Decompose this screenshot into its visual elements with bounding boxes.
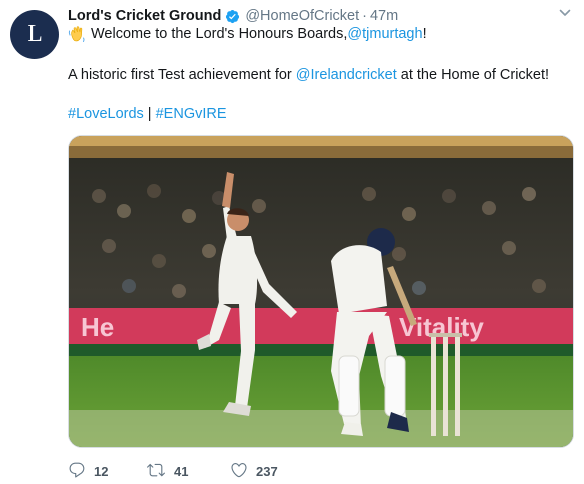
stumps [429, 333, 462, 436]
hashtag-line: #LoveLords | #ENGvIRE [68, 104, 227, 124]
reply-button[interactable]: 12 [68, 460, 108, 482]
line1-text: Welcome to the Lord's Honours Boards, [91, 26, 348, 42]
tweet-card[interactable]: IL Lord's Cricket Ground @HomeOfCricket … [0, 0, 584, 484]
user-handle[interactable]: @HomeOfCricket [245, 8, 359, 24]
tweet-text-line-2: A historic first Test achievement for @I… [68, 65, 549, 85]
reply-count: 12 [94, 463, 109, 479]
avatar[interactable]: IL [10, 10, 59, 59]
tweet-actions: 12 41 237 [68, 460, 368, 482]
heart-icon [230, 461, 248, 482]
mention-irelandcricket[interactable]: @Irelandcricket [296, 67, 397, 83]
line1-end: ! [422, 26, 427, 42]
header-separator: · [362, 8, 367, 24]
reply-icon [68, 461, 86, 482]
line2-text: A historic first Test achievement for [68, 67, 296, 83]
timestamp[interactable]: 47m [370, 8, 398, 24]
mention-tjmurtagh[interactable]: @tjmurtagh [347, 24, 422, 44]
avatar-logo: IL [27, 21, 42, 47]
cricket-photo-illustration: He Vitality [69, 136, 573, 447]
tweet-text-line-1: Welcome to the Lord's Honours Boards, @t… [68, 24, 427, 44]
waving-hand-emoji-icon [68, 25, 86, 43]
tweet-header: Lord's Cricket Ground @HomeOfCricket · 4… [68, 6, 398, 26]
hashtag-lovelords[interactable]: #LoveLords [68, 106, 144, 122]
verified-badge-icon [225, 9, 240, 24]
hashtag-engvire[interactable]: #ENGvIRE [156, 106, 227, 122]
retweet-icon [146, 461, 166, 482]
banner-text-left: He [81, 312, 114, 342]
chevron-down-icon[interactable] [558, 6, 572, 25]
like-count: 237 [256, 463, 278, 479]
retweet-count: 41 [174, 463, 189, 479]
retweet-button[interactable]: 41 [146, 460, 188, 482]
line2-end: at the Home of Cricket! [396, 67, 550, 83]
tweet-photo[interactable]: He Vitality [68, 135, 574, 448]
hashtag-separator: | [143, 106, 156, 122]
display-name[interactable]: Lord's Cricket Ground [68, 8, 221, 24]
like-button[interactable]: 237 [230, 460, 278, 482]
